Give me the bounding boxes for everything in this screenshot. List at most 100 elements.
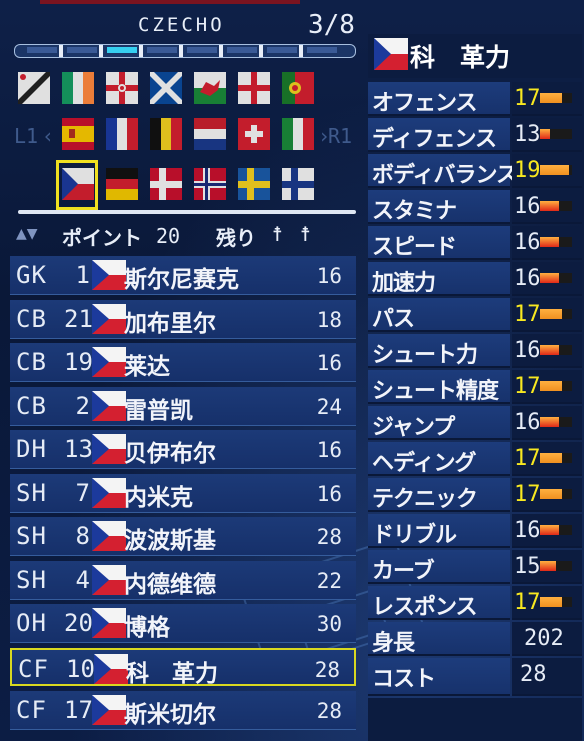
nav-left-label[interactable]: L1 [14,124,38,148]
stat-bar [540,201,572,211]
player-row[interactable]: DH 13 贝伊布尔 16 [10,430,356,469]
stat-bar-fill [540,489,562,499]
stat-label: スピード [372,235,457,260]
germany-flag-icon[interactable] [106,168,138,200]
page-segment [267,47,297,53]
player-row[interactable]: SH 7 内米克 16 [10,473,356,513]
england-flag-icon[interactable] [18,72,50,104]
sweden-flag-icon[interactable] [238,168,270,200]
player-row[interactable]: OH 20 博格 30 [10,604,356,643]
czech-flag-icon [374,38,408,70]
france-flag-icon[interactable] [106,118,138,150]
switzerland-flag-icon[interactable] [238,118,270,150]
page-tick [59,45,63,57]
player-row[interactable]: CB 21 加布里尔 18 [10,299,356,339]
page-tick [259,45,263,57]
chevron-left-icon[interactable]: ‹ [42,124,54,148]
player-row[interactable]: GK 1 斯尔尼赛克 16 [10,256,356,295]
stat-bar-fill [540,273,559,283]
stat-label: 加速力 [372,271,436,296]
player-cost: 30 [316,612,342,636]
stat-label: レスポンス [372,595,478,620]
stat-row: ジャンプ 16 [368,406,582,440]
stat-label: シュート力 [372,343,478,368]
cost-value: 28 [520,662,547,687]
czech-flag-icon [92,477,126,508]
points-label: ポイント [62,226,142,250]
italy-flag-icon[interactable] [282,118,314,150]
stat-bar-fill [540,525,559,535]
stat-bar-fill [540,345,559,355]
page-segment [187,47,217,53]
divider [18,210,356,214]
stat-bar [540,525,572,535]
player-row[interactable]: CB 2 雷普凯 24 [10,386,356,426]
stat-row: テクニック 17 [368,478,582,512]
player-name: 内德维德 [124,571,216,598]
stat-row: オフェンス 17 [368,82,582,116]
page-tick [179,45,183,57]
height-row: 身長 202 [368,622,582,656]
czech-flag-icon [92,347,126,377]
stat-bar [540,237,572,247]
stat-bar-fill [540,417,559,427]
finland-flag-icon[interactable] [282,168,314,200]
czech-flag-icon [92,260,126,290]
player-cost: 18 [316,307,342,332]
stat-row: 加速力 16 [368,262,582,296]
wales-flag-icon[interactable] [194,72,226,104]
norway-flag-icon[interactable] [194,168,226,200]
denmark-flag-icon[interactable] [150,168,182,200]
player-row[interactable]: CF 10 科 革力 28 [10,647,356,687]
stat-value: 17 [514,590,541,615]
ireland-flag-icon[interactable] [62,72,94,104]
netherlands-flag-icon[interactable] [194,118,226,150]
page-segment [227,47,257,53]
player-number: 17 [64,696,93,724]
player-row[interactable]: CB 19 莱达 16 [10,343,356,382]
stat-bar [540,453,572,463]
czech-flag-icon [92,434,126,464]
stat-bar [540,165,572,175]
player-cost: 24 [316,394,342,419]
page-segment [27,47,57,53]
sort-arrows-icon[interactable]: ▲▼ [16,226,38,242]
stat-value: 16 [514,410,541,435]
page-tick [99,45,103,57]
nav-right-label[interactable]: R1 [328,124,352,148]
stat-bar-fill [540,381,562,391]
player-position: OH [16,609,47,637]
points-value: 20 [156,224,181,248]
stat-bar [540,597,572,607]
stat-bar-fill [540,561,556,571]
stat-label: スタミナ [372,199,457,224]
page-segment [147,47,177,53]
stat-bar [540,309,572,319]
stat-row: ヘディング 17 [368,442,582,476]
stat-label: オフェンス [372,91,478,116]
stat-row: シュート力 16 [368,334,582,368]
czech-flag-icon [94,653,128,684]
spain-flag-icon[interactable] [62,118,94,150]
stat-bar [540,417,572,427]
player-name: 博格 [124,615,170,641]
team-panel: CZECHO 3/8 L1 ‹ › R1 ▲▼ ポイント 20 残り ☨ ☨ G… [0,0,366,741]
stat-value: 17 [514,86,541,111]
player-cost: 22 [316,568,342,593]
england-cross-flag-icon[interactable] [238,72,270,104]
belgium-flag-icon[interactable] [150,118,182,150]
stat-label: カーブ [372,559,435,584]
player-row[interactable]: CF 17 斯米切尔 28 [10,691,356,730]
stat-label: ドリブル [372,523,457,548]
player-row[interactable]: SH 8 波波斯基 28 [10,517,356,556]
player-cost: 28 [316,525,342,549]
scotland-flag-icon[interactable] [150,72,182,104]
player-row[interactable]: SH 4 内德维德 22 [10,560,356,600]
player-position: DH [16,435,47,463]
portugal-flag-icon[interactable] [282,72,314,104]
page-progress-bar[interactable] [14,44,356,58]
remaining-label: 残り [216,226,256,250]
northern-ireland-flag-icon[interactable] [106,72,138,104]
stat-label: ヘディング [372,451,476,476]
stat-bar [540,561,572,571]
